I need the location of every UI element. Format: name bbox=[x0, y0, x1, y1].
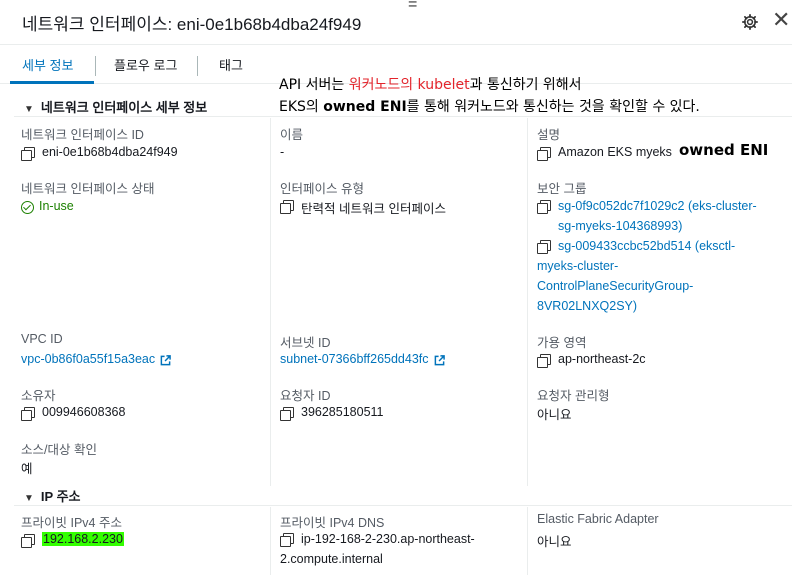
drag-handle[interactable]: = bbox=[408, 0, 417, 14]
security-group-1: sg-0f9c052dc7f1029c2 (eks-cluster-sg-mye… bbox=[537, 196, 757, 236]
vpc-id-value: vpc-0b86f0a55f15a3eac bbox=[21, 352, 171, 366]
name-label: 이름 bbox=[280, 128, 304, 142]
efa-label: Elastic Fabric Adapter bbox=[537, 512, 659, 526]
requester-managed-label: 요청자 관리형 bbox=[537, 389, 610, 403]
requester-id-label: 요청자 ID bbox=[280, 389, 331, 403]
column-divider bbox=[270, 507, 271, 575]
status-value: In-use bbox=[21, 199, 74, 214]
owner-label: 소유자 bbox=[21, 389, 56, 403]
caret-down-icon: ▼ bbox=[24, 104, 34, 115]
copy-icon[interactable] bbox=[537, 147, 551, 161]
name-value: - bbox=[280, 145, 285, 159]
column-divider bbox=[527, 507, 528, 575]
eni-id-label: 네트워크 인터페이스 ID bbox=[21, 128, 144, 142]
private-dns-value-cont: 2.compute.internal bbox=[280, 552, 383, 566]
security-group-2-link[interactable]: sg-009433ccbc52bd514 (eksctl- bbox=[558, 236, 735, 256]
highlighted-ip: 192.168.2.230 bbox=[42, 532, 124, 546]
source-dest-check-value: 예 bbox=[21, 462, 33, 476]
eni-id-value: eni-0e1b68b4dba24f949 bbox=[21, 145, 178, 161]
check-circle-icon bbox=[21, 201, 34, 214]
external-link-icon[interactable] bbox=[434, 355, 445, 366]
type-value: 탄력적 네트워크 인터페이스 bbox=[280, 198, 446, 217]
copy-icon[interactable] bbox=[21, 407, 35, 421]
copy-icon[interactable] bbox=[21, 147, 35, 161]
security-group-2: sg-009433ccbc52bd514 (eksctl- bbox=[537, 236, 735, 256]
panel-header: 네트워크 인터페이스: eni-0e1b68b4dba24f949 = ✕ bbox=[0, 0, 792, 44]
source-dest-check-label: 소스/대상 확인 bbox=[21, 443, 97, 457]
tab-flow-logs[interactable]: 플로우 로그 bbox=[114, 55, 177, 74]
annotation-line-1: API 서버는 워커노드의 kubelet과 통신하기 위해서 bbox=[279, 77, 582, 93]
copy-icon[interactable] bbox=[280, 533, 294, 547]
page-title: 네트워크 인터페이스: eni-0e1b68b4dba24f949 bbox=[22, 15, 362, 34]
efa-value: 아니요 bbox=[537, 535, 572, 549]
requester-managed-value: 아니요 bbox=[537, 408, 572, 422]
description-value: Amazon EKS myeks bbox=[537, 145, 672, 161]
copy-icon[interactable] bbox=[537, 200, 551, 214]
copy-icon[interactable] bbox=[280, 407, 294, 421]
tab-divider bbox=[197, 56, 198, 76]
security-groups-label: 보안 그룹 bbox=[537, 182, 587, 196]
external-link-icon[interactable] bbox=[160, 355, 171, 366]
security-group-2-link-cont[interactable]: myeks-cluster- ControlPlaneSecurityGroup-… bbox=[537, 256, 693, 316]
owner-value: 009946608368 bbox=[21, 405, 125, 421]
subnet-id-value: subnet-07366bff265dd43fc bbox=[280, 352, 445, 366]
copy-icon[interactable] bbox=[21, 534, 35, 548]
annotation-line-2: EKS의 owned ENI를 통해 워커노드와 통신하는 것을 확인할 수 있… bbox=[279, 99, 700, 115]
private-ipv4-value: 192.168.2.230 bbox=[21, 532, 124, 548]
vpc-id-label: VPC ID bbox=[21, 332, 63, 346]
tab-tags[interactable]: 태그 bbox=[219, 55, 243, 74]
az-value: ap-northeast-2c bbox=[537, 352, 646, 368]
copy-icon[interactable] bbox=[280, 200, 294, 214]
tab-divider bbox=[95, 56, 96, 76]
active-tab-indicator bbox=[10, 81, 94, 84]
section-divider bbox=[14, 505, 792, 506]
copy-icon[interactable] bbox=[537, 240, 551, 254]
gear-icon[interactable] bbox=[741, 13, 759, 31]
caret-down-icon: ▼ bbox=[24, 493, 34, 504]
owned-eni-note: owned ENI bbox=[679, 141, 769, 159]
close-icon[interactable]: ✕ bbox=[772, 9, 790, 31]
column-divider bbox=[527, 118, 528, 486]
section-divider bbox=[14, 116, 792, 117]
details-section-heading[interactable]: ▼ 네트워크 인터페이스 세부 정보 bbox=[24, 97, 207, 116]
az-label: 가용 영역 bbox=[537, 336, 587, 350]
status-label: 네트워크 인터페이스 상태 bbox=[21, 182, 155, 196]
type-label: 인터페이스 유형 bbox=[280, 182, 364, 196]
private-dns-value: ip-192-168-2-230.ap-northeast- bbox=[280, 529, 475, 549]
tab-details[interactable]: 세부 정보 bbox=[22, 55, 73, 74]
ip-section-heading[interactable]: ▼ IP 주소 bbox=[24, 486, 81, 505]
copy-icon[interactable] bbox=[537, 354, 551, 368]
security-group-2-continued: myeks-cluster- ControlPlaneSecurityGroup-… bbox=[537, 256, 693, 316]
private-ipv4-label: 프라이빗 IPv4 주소 bbox=[21, 516, 122, 530]
requester-id-value: 396285180511 bbox=[280, 405, 384, 421]
description-label: 설명 bbox=[537, 128, 561, 142]
subnet-id-link[interactable]: subnet-07366bff265dd43fc bbox=[280, 352, 429, 366]
security-group-1-link[interactable]: sg-0f9c052dc7f1029c2 (eks-cluster-sg-mye… bbox=[558, 196, 757, 236]
vpc-id-link[interactable]: vpc-0b86f0a55f15a3eac bbox=[21, 352, 155, 366]
column-divider bbox=[270, 118, 271, 486]
subnet-id-label: 서브넷 ID bbox=[280, 336, 331, 350]
